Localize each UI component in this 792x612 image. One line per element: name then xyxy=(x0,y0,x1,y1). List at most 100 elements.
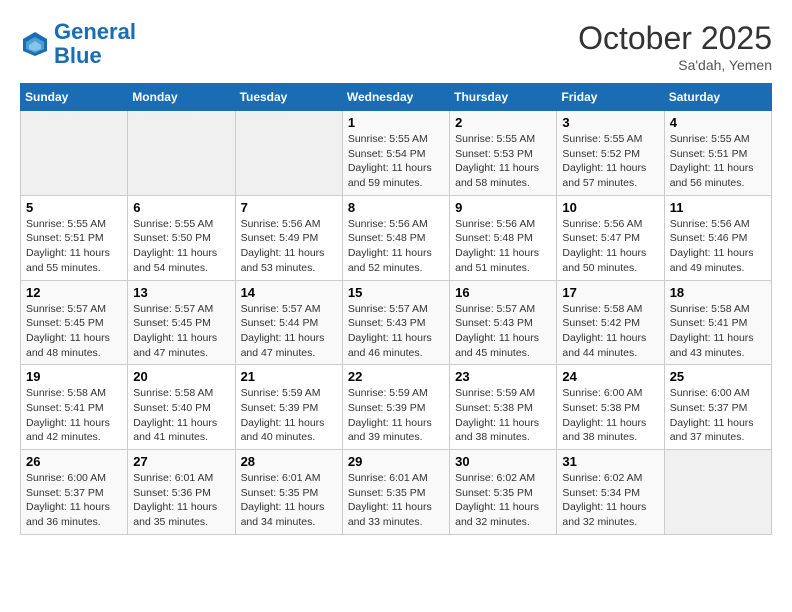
day-cell: 2 Sunrise: 5:55 AM Sunset: 5:53 PM Daylig… xyxy=(450,111,557,196)
day-number: 27 xyxy=(133,454,229,469)
day-cell: 6Sunrise: 5:55 AM Sunset: 5:50 PM Daylig… xyxy=(128,195,235,280)
day-number: 23 xyxy=(455,369,551,384)
day-info: Sunrise: 5:55 AM Sunset: 5:51 PM Dayligh… xyxy=(26,217,122,276)
logo-icon xyxy=(20,29,50,59)
col-header-wednesday: Wednesday xyxy=(342,84,449,111)
day-cell: 16Sunrise: 5:57 AM Sunset: 5:43 PM Dayli… xyxy=(450,280,557,365)
day-number: 21 xyxy=(241,369,337,384)
day-number: 24 xyxy=(562,369,658,384)
day-info: Sunrise: 5:57 AM Sunset: 5:43 PM Dayligh… xyxy=(348,302,444,361)
logo-text: General Blue xyxy=(54,20,136,68)
day-number: 5 xyxy=(26,200,122,215)
day-number: 20 xyxy=(133,369,229,384)
day-info: Sunrise: 5:57 AM Sunset: 5:45 PM Dayligh… xyxy=(26,302,122,361)
day-number: 4 xyxy=(670,115,766,130)
day-cell: 24Sunrise: 6:00 AM Sunset: 5:38 PM Dayli… xyxy=(557,365,664,450)
day-cell: 8 Sunrise: 5:56 AM Sunset: 5:48 PM Daylig… xyxy=(342,195,449,280)
day-cell: 22 Sunrise: 5:59 AM Sunset: 5:39 PM Dayli… xyxy=(342,365,449,450)
day-cell: 31Sunrise: 6:02 AM Sunset: 5:34 PM Dayli… xyxy=(557,450,664,535)
day-info: Sunrise: 5:58 AM Sunset: 5:41 PM Dayligh… xyxy=(670,302,766,361)
day-number: 7 xyxy=(241,200,337,215)
day-cell: 20 Sunrise: 5:58 AM Sunset: 5:40 PM Dayli… xyxy=(128,365,235,450)
header-row: SundayMondayTuesdayWednesdayThursdayFrid… xyxy=(21,84,772,111)
location-subtitle: Sa'dah, Yemen xyxy=(578,57,772,73)
day-cell: 28Sunrise: 6:01 AM Sunset: 5:35 PM Dayli… xyxy=(235,450,342,535)
day-info: Sunrise: 5:59 AM Sunset: 5:38 PM Dayligh… xyxy=(455,386,551,445)
week-row-1: 1 Sunrise: 5:55 AM Sunset: 5:54 PM Daylig… xyxy=(21,111,772,196)
page-header: General Blue October 2025 Sa'dah, Yemen xyxy=(20,20,772,73)
day-info: Sunrise: 5:55 AM Sunset: 5:50 PM Dayligh… xyxy=(133,217,229,276)
day-number: 8 xyxy=(348,200,444,215)
day-cell: 10 Sunrise: 5:56 AM Sunset: 5:47 PM Dayli… xyxy=(557,195,664,280)
day-cell: 3Sunrise: 5:55 AM Sunset: 5:52 PM Daylig… xyxy=(557,111,664,196)
day-number: 1 xyxy=(348,115,444,130)
day-cell: 9 Sunrise: 5:56 AM Sunset: 5:48 PM Daylig… xyxy=(450,195,557,280)
day-info: Sunrise: 5:56 AM Sunset: 5:48 PM Dayligh… xyxy=(455,217,551,276)
day-number: 19 xyxy=(26,369,122,384)
day-info: Sunrise: 5:59 AM Sunset: 5:39 PM Dayligh… xyxy=(348,386,444,445)
day-info: Sunrise: 5:58 AM Sunset: 5:41 PM Dayligh… xyxy=(26,386,122,445)
day-cell: 1 Sunrise: 5:55 AM Sunset: 5:54 PM Daylig… xyxy=(342,111,449,196)
day-info: Sunrise: 5:56 AM Sunset: 5:48 PM Dayligh… xyxy=(348,217,444,276)
day-cell: 17Sunrise: 5:58 AM Sunset: 5:42 PM Dayli… xyxy=(557,280,664,365)
day-cell: 18 Sunrise: 5:58 AM Sunset: 5:41 PM Dayli… xyxy=(664,280,771,365)
day-number: 10 xyxy=(562,200,658,215)
col-header-monday: Monday xyxy=(128,84,235,111)
day-number: 9 xyxy=(455,200,551,215)
day-info: Sunrise: 5:56 AM Sunset: 5:47 PM Dayligh… xyxy=(562,217,658,276)
day-cell: 14 Sunrise: 5:57 AM Sunset: 5:44 PM Dayli… xyxy=(235,280,342,365)
day-cell: 12Sunrise: 5:57 AM Sunset: 5:45 PM Dayli… xyxy=(21,280,128,365)
day-info: Sunrise: 6:00 AM Sunset: 5:37 PM Dayligh… xyxy=(26,471,122,530)
day-cell: 13 Sunrise: 5:57 AM Sunset: 5:45 PM Dayli… xyxy=(128,280,235,365)
day-cell: 19 Sunrise: 5:58 AM Sunset: 5:41 PM Dayli… xyxy=(21,365,128,450)
day-info: Sunrise: 5:57 AM Sunset: 5:43 PM Dayligh… xyxy=(455,302,551,361)
day-info: Sunrise: 5:58 AM Sunset: 5:40 PM Dayligh… xyxy=(133,386,229,445)
day-cell: 7Sunrise: 5:56 AM Sunset: 5:49 PM Daylig… xyxy=(235,195,342,280)
day-number: 22 xyxy=(348,369,444,384)
week-row-2: 5 Sunrise: 5:55 AM Sunset: 5:51 PM Daylig… xyxy=(21,195,772,280)
day-info: Sunrise: 5:59 AM Sunset: 5:39 PM Dayligh… xyxy=(241,386,337,445)
day-cell: 25Sunrise: 6:00 AM Sunset: 5:37 PM Dayli… xyxy=(664,365,771,450)
day-info: Sunrise: 5:57 AM Sunset: 5:45 PM Dayligh… xyxy=(133,302,229,361)
day-cell: 27 Sunrise: 6:01 AM Sunset: 5:36 PM Dayli… xyxy=(128,450,235,535)
day-cell: 11 Sunrise: 5:56 AM Sunset: 5:46 PM Dayli… xyxy=(664,195,771,280)
day-cell: 4Sunrise: 5:55 AM Sunset: 5:51 PM Daylig… xyxy=(664,111,771,196)
day-number: 30 xyxy=(455,454,551,469)
calendar-table: SundayMondayTuesdayWednesdayThursdayFrid… xyxy=(20,83,772,535)
day-cell xyxy=(21,111,128,196)
day-info: Sunrise: 5:58 AM Sunset: 5:42 PM Dayligh… xyxy=(562,302,658,361)
col-header-friday: Friday xyxy=(557,84,664,111)
title-block: October 2025 Sa'dah, Yemen xyxy=(578,20,772,73)
day-info: Sunrise: 5:55 AM Sunset: 5:53 PM Dayligh… xyxy=(455,132,551,191)
month-title: October 2025 xyxy=(578,20,772,57)
day-info: Sunrise: 5:57 AM Sunset: 5:44 PM Dayligh… xyxy=(241,302,337,361)
day-number: 13 xyxy=(133,285,229,300)
day-cell: 29 Sunrise: 6:01 AM Sunset: 5:35 PM Dayli… xyxy=(342,450,449,535)
day-number: 26 xyxy=(26,454,122,469)
logo-line1: General xyxy=(54,19,136,44)
day-info: Sunrise: 6:00 AM Sunset: 5:37 PM Dayligh… xyxy=(670,386,766,445)
day-info: Sunrise: 6:01 AM Sunset: 5:36 PM Dayligh… xyxy=(133,471,229,530)
day-number: 29 xyxy=(348,454,444,469)
day-cell xyxy=(664,450,771,535)
day-number: 14 xyxy=(241,285,337,300)
day-info: Sunrise: 6:02 AM Sunset: 5:35 PM Dayligh… xyxy=(455,471,551,530)
day-number: 2 xyxy=(455,115,551,130)
day-info: Sunrise: 5:55 AM Sunset: 5:54 PM Dayligh… xyxy=(348,132,444,191)
day-cell: 21 Sunrise: 5:59 AM Sunset: 5:39 PM Dayli… xyxy=(235,365,342,450)
week-row-5: 26 Sunrise: 6:00 AM Sunset: 5:37 PM Dayli… xyxy=(21,450,772,535)
day-number: 11 xyxy=(670,200,766,215)
week-row-3: 12Sunrise: 5:57 AM Sunset: 5:45 PM Dayli… xyxy=(21,280,772,365)
day-cell: 26 Sunrise: 6:00 AM Sunset: 5:37 PM Dayli… xyxy=(21,450,128,535)
day-cell xyxy=(235,111,342,196)
col-header-saturday: Saturday xyxy=(664,84,771,111)
day-number: 18 xyxy=(670,285,766,300)
day-info: Sunrise: 5:55 AM Sunset: 5:52 PM Dayligh… xyxy=(562,132,658,191)
day-info: Sunrise: 5:56 AM Sunset: 5:46 PM Dayligh… xyxy=(670,217,766,276)
week-row-4: 19 Sunrise: 5:58 AM Sunset: 5:41 PM Dayli… xyxy=(21,365,772,450)
day-cell: 5 Sunrise: 5:55 AM Sunset: 5:51 PM Daylig… xyxy=(21,195,128,280)
day-cell: 30 Sunrise: 6:02 AM Sunset: 5:35 PM Dayli… xyxy=(450,450,557,535)
col-header-tuesday: Tuesday xyxy=(235,84,342,111)
day-info: Sunrise: 6:01 AM Sunset: 5:35 PM Dayligh… xyxy=(348,471,444,530)
logo-line2: Blue xyxy=(54,43,102,68)
